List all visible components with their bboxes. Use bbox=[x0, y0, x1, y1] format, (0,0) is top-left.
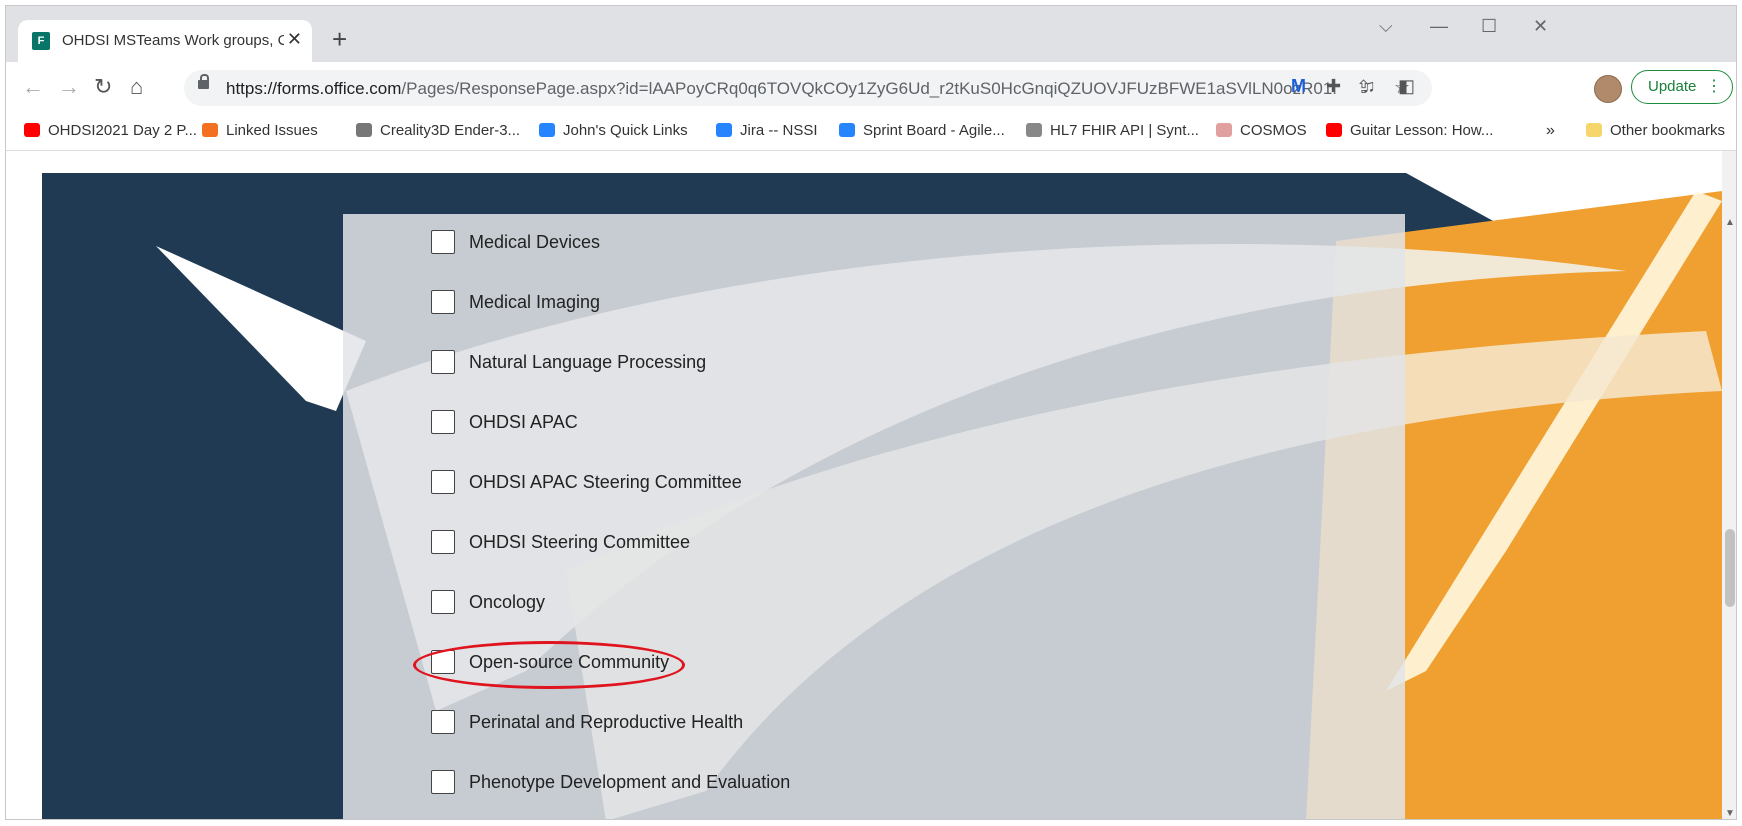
vertical-scrollbar[interactable]: ▲ ▼ bbox=[1722, 151, 1736, 819]
bookmark-label: John's Quick Links bbox=[563, 122, 688, 139]
forward-icon[interactable]: → bbox=[58, 74, 80, 100]
checkbox-label[interactable]: Phenotype Development and Evaluation bbox=[469, 772, 790, 793]
bookmark-item[interactable]: Creality3D Ender-3... bbox=[356, 122, 520, 139]
bookmark-label: Sprint Board - Agile... bbox=[863, 122, 1005, 139]
checkbox[interactable] bbox=[431, 590, 455, 614]
bookmark-item[interactable]: John's Quick Links bbox=[539, 122, 688, 139]
other-bookmarks-label: Other bookmarks bbox=[1610, 122, 1726, 139]
checkbox[interactable] bbox=[431, 290, 455, 314]
bookmark-label: COSMOS bbox=[1240, 122, 1307, 139]
maximize-icon[interactable]: ☐ bbox=[1481, 16, 1497, 37]
bookmark-item[interactable]: Guitar Lesson: How... bbox=[1326, 122, 1493, 139]
bookmark-item[interactable]: OHDSI2021 Day 2 P... bbox=[24, 122, 197, 139]
bookmark-item[interactable]: Linked Issues bbox=[202, 122, 318, 139]
side-panel-icon[interactable]: ◧ bbox=[1398, 76, 1415, 97]
confluence-icon bbox=[539, 123, 555, 137]
close-tab-icon[interactable]: ✕ bbox=[287, 29, 302, 50]
update-label: Update bbox=[1648, 78, 1697, 95]
extensions-puzzle-icon[interactable]: ✚ bbox=[1326, 76, 1341, 97]
bookmark-label: Linked Issues bbox=[226, 122, 318, 139]
checkbox[interactable] bbox=[431, 410, 455, 434]
dash-icon bbox=[356, 123, 372, 137]
bookmarks-overflow-button[interactable]: » bbox=[1546, 122, 1555, 140]
update-button[interactable]: Update ⋮ bbox=[1631, 70, 1733, 104]
people-icon bbox=[202, 123, 218, 137]
checkbox-label[interactable]: Natural Language Processing bbox=[469, 352, 706, 373]
jira-icon bbox=[839, 123, 855, 137]
checkbox-label[interactable]: OHDSI Steering Committee bbox=[469, 532, 690, 553]
checkbox-label[interactable]: Oncology bbox=[469, 592, 545, 613]
bookmark-label: OHDSI2021 Day 2 P... bbox=[48, 122, 197, 139]
media-control-icon[interactable]: ♫ bbox=[1362, 76, 1376, 97]
url-path: /Pages/ResponsePage.aspx?id=lAAPoyCRq0q6… bbox=[401, 79, 1336, 98]
fingerprint-icon bbox=[1026, 123, 1042, 137]
browser-toolbar: ← → ↻ ⌂ https://forms.office.com/Pages/R… bbox=[6, 62, 1736, 114]
back-icon[interactable]: ← bbox=[22, 74, 44, 100]
home-icon[interactable]: ⌂ bbox=[130, 74, 143, 100]
youtube-icon bbox=[1326, 123, 1342, 137]
scroll-up-arrow-icon[interactable]: ▲ bbox=[1725, 217, 1735, 228]
page-content: Medical Devices Medical Imaging Natural La… bbox=[6, 151, 1722, 819]
profile-avatar[interactable] bbox=[1594, 75, 1622, 103]
browser-menu-icon[interactable]: ⋮ bbox=[1706, 71, 1722, 103]
form-question-panel: Medical Devices Medical Imaging Natural La… bbox=[343, 214, 1405, 819]
jira-icon bbox=[716, 123, 732, 137]
minimize-icon[interactable]: — bbox=[1430, 16, 1448, 37]
scroll-thumb[interactable] bbox=[1725, 529, 1735, 607]
tab-title: OHDSI MSTeams Work groups, C bbox=[62, 32, 284, 49]
checkbox-label[interactable]: OHDSI APAC Steering Committee bbox=[469, 472, 742, 493]
bookmark-label: Jira -- NSSI bbox=[740, 122, 818, 139]
bookmark-item[interactable]: COSMOS bbox=[1216, 122, 1307, 139]
bookmark-label: HL7 FHIR API | Synt... bbox=[1050, 122, 1199, 139]
checkbox[interactable] bbox=[431, 350, 455, 374]
checkbox-label[interactable]: Medical Devices bbox=[469, 232, 600, 253]
address-bar[interactable]: https://forms.office.com/Pages/ResponseP… bbox=[184, 70, 1432, 106]
reload-icon[interactable]: ↻ bbox=[94, 74, 112, 100]
checkbox[interactable] bbox=[431, 770, 455, 794]
checkbox-label[interactable]: OHDSI APAC bbox=[469, 412, 578, 433]
checkbox-label[interactable]: Open-source Community bbox=[469, 652, 669, 673]
close-window-icon[interactable]: ✕ bbox=[1533, 16, 1548, 37]
scroll-down-arrow-icon[interactable]: ▼ bbox=[1725, 808, 1735, 819]
url-host: https://forms.office.com bbox=[226, 79, 402, 98]
youtube-icon bbox=[24, 123, 40, 137]
bookmark-label: Guitar Lesson: How... bbox=[1350, 122, 1494, 139]
bookmark-item[interactable]: Sprint Board - Agile... bbox=[839, 122, 1005, 139]
checkbox[interactable] bbox=[431, 710, 455, 734]
checkbox[interactable] bbox=[431, 530, 455, 554]
folder-icon bbox=[1586, 123, 1602, 137]
bookmark-item[interactable]: HL7 FHIR API | Synt... bbox=[1026, 122, 1199, 139]
forms-favicon-icon: F bbox=[32, 32, 50, 50]
other-bookmarks[interactable]: Other bookmarks bbox=[1586, 122, 1725, 139]
new-tab-button[interactable]: + bbox=[332, 26, 347, 52]
checkbox[interactable] bbox=[431, 650, 455, 674]
lock-icon[interactable] bbox=[198, 74, 209, 89]
bookmark-item[interactable]: Jira -- NSSI bbox=[716, 122, 818, 139]
browser-window: F OHDSI MSTeams Work groups, C ✕ + ⌵ — ☐… bbox=[5, 5, 1737, 820]
tab-search-chevron-icon[interactable]: ⌵ bbox=[1379, 16, 1393, 37]
malwarebytes-extension-icon[interactable]: M bbox=[1291, 76, 1306, 97]
checkbox[interactable] bbox=[431, 230, 455, 254]
bookmarks-bar: OHDSI2021 Day 2 P... Linked Issues Crealit… bbox=[6, 114, 1736, 151]
browser-tab[interactable]: F OHDSI MSTeams Work groups, C ✕ bbox=[18, 20, 312, 62]
checkbox-label[interactable]: Perinatal and Reproductive Health bbox=[469, 712, 743, 733]
url-text[interactable]: https://forms.office.com/Pages/ResponseP… bbox=[226, 79, 1336, 99]
checkbox[interactable] bbox=[431, 470, 455, 494]
tab-strip: F OHDSI MSTeams Work groups, C ✕ + ⌵ — ☐… bbox=[6, 6, 1736, 62]
hello-kitty-icon bbox=[1216, 123, 1232, 137]
bookmark-label: Creality3D Ender-3... bbox=[380, 122, 521, 139]
checkbox-label[interactable]: Medical Imaging bbox=[469, 292, 600, 313]
